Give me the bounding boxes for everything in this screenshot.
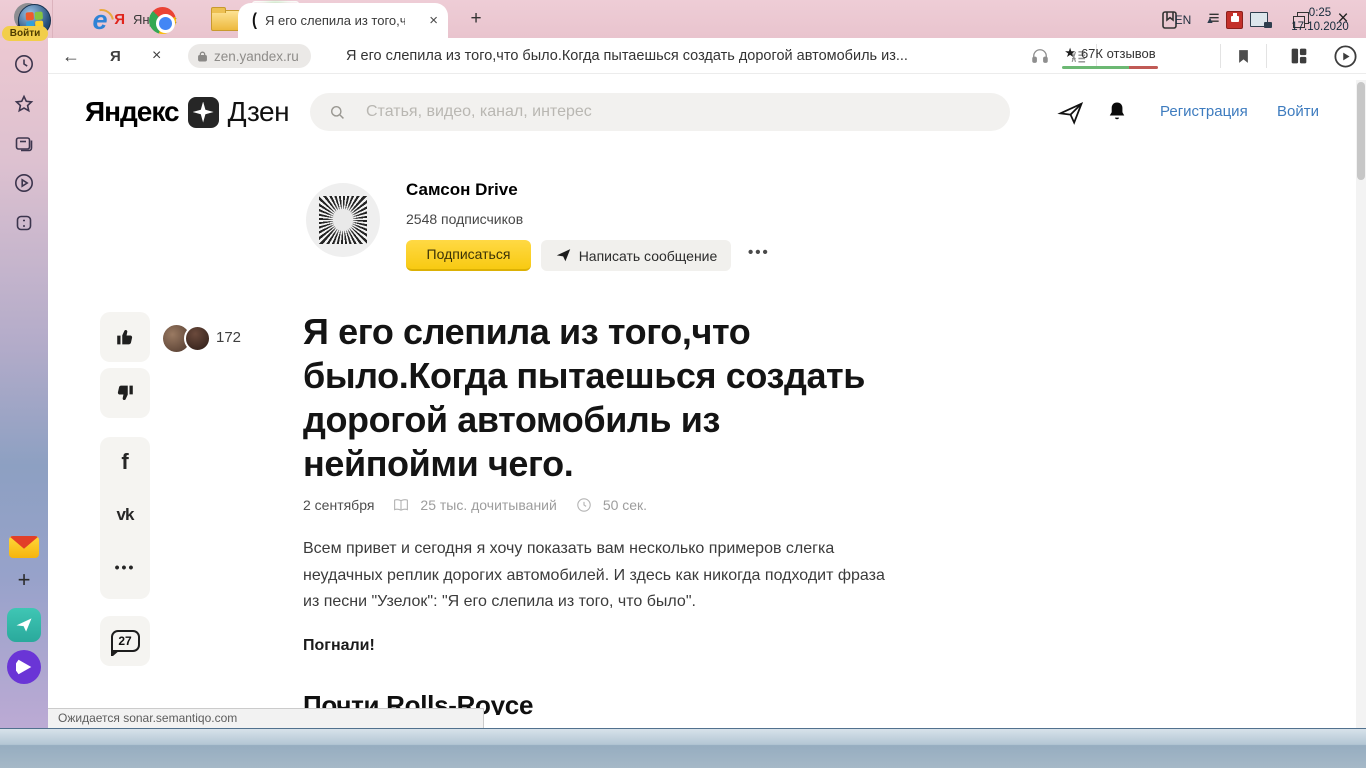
back-button[interactable]: ←	[62, 38, 80, 74]
page-title-text: Я его слепила из того,что было.Когда пыт…	[346, 38, 908, 74]
favorites-star-icon[interactable]	[12, 92, 36, 116]
alice-app-icon[interactable]	[7, 650, 41, 684]
star-icon: ★	[1064, 45, 1076, 61]
channel-more-button[interactable]: •••	[748, 244, 770, 261]
reviews-label: 67К отзывов	[1081, 46, 1156, 61]
article-paragraph: Всем привет и сегодня я хочу показать ва…	[303, 536, 891, 616]
chrome-icon	[149, 7, 176, 34]
headphones-icon[interactable]	[1030, 38, 1050, 74]
compose-paper-plane-icon[interactable]	[1057, 99, 1085, 127]
thumbs-down-icon	[114, 382, 136, 404]
internet-explorer-button[interactable]: e	[78, 0, 122, 40]
article-lead: Погнали!	[303, 637, 375, 655]
stop-loading-icon[interactable]: ×	[152, 38, 161, 74]
zen-logo-icon	[188, 97, 219, 128]
reads-book-icon	[392, 496, 410, 514]
zen-app-icon[interactable]	[7, 608, 41, 642]
reviews-widget[interactable]: ★ 67К отзывов	[1062, 42, 1158, 78]
tray-expand-icon[interactable]: ▲	[1200, 0, 1220, 40]
subscribe-button[interactable]: Подписаться	[406, 240, 531, 271]
paper-plane-icon	[555, 247, 572, 264]
zen-logo-brand: Яндекс	[85, 96, 179, 128]
zen-notifications-icon[interactable]	[1104, 99, 1130, 125]
lock-icon	[196, 50, 209, 63]
site-identity-pill[interactable]: zen.yandex.ru	[188, 44, 311, 68]
login-link[interactable]: Войти	[1277, 103, 1319, 120]
language-indicator[interactable]: EN	[1168, 0, 1198, 40]
share-more-button[interactable]: •••	[100, 559, 150, 575]
register-link[interactable]: Регистрация	[1160, 103, 1248, 120]
duration-clock-icon	[575, 496, 593, 514]
comments-count: 27	[118, 634, 131, 648]
liker-avatar	[184, 325, 211, 352]
like-button[interactable]	[100, 312, 150, 362]
dislike-button[interactable]	[100, 368, 150, 418]
tab-close-icon[interactable]: ×	[429, 12, 438, 29]
collections-cards-icon[interactable]	[12, 132, 36, 156]
rating-bar	[1062, 66, 1158, 69]
reads-count: 25 тыс. дочитываний	[420, 497, 556, 513]
folder-icon	[211, 10, 241, 31]
share-facebook-button[interactable]: f	[100, 449, 150, 475]
status-bar: Ожидается sonar.semantiqo.com	[48, 708, 484, 729]
sidebar-add-icon[interactable]: +	[12, 568, 36, 592]
loading-crescent-icon: (	[252, 11, 257, 31]
network-icon[interactable]	[1250, 12, 1268, 27]
collections-extension-icon[interactable]	[1288, 38, 1310, 74]
video-play-icon[interactable]	[12, 171, 36, 195]
history-clock-icon[interactable]	[12, 52, 36, 76]
article-date: 2 сентября	[303, 497, 374, 513]
divider	[1220, 44, 1221, 68]
tab-article-active[interactable]: ( Я его слепила из того,ч ×	[238, 3, 448, 38]
taskbar-clock[interactable]: 0:25 17.10.2020	[1278, 0, 1362, 40]
rating-bar-positive	[1062, 66, 1129, 69]
share-vk-button[interactable]: vk	[100, 505, 150, 525]
article-title: Я его слепила из того,что было.Когда пыт…	[303, 310, 878, 486]
taskbar	[0, 728, 1366, 768]
clock-time: 0:25	[1309, 6, 1331, 20]
channel-subscribers: 2548 подписчиков	[406, 211, 523, 227]
channel-name[interactable]: Самсон Drive	[406, 180, 518, 200]
comments-button[interactable]: 27	[100, 616, 150, 666]
zen-logo[interactable]: Яндекс Дзен	[85, 94, 289, 130]
chrome-button[interactable]	[140, 0, 184, 40]
share-panel: f vk •••	[100, 437, 150, 599]
yandex-home-button[interactable]: Я	[110, 38, 121, 74]
message-button[interactable]: Написать сообщение	[541, 240, 731, 271]
yandex-mail-icon[interactable]	[9, 536, 39, 558]
zen-logo-product: Дзен	[228, 96, 289, 128]
search-icon	[328, 103, 347, 122]
rating-bar-negative	[1129, 66, 1158, 69]
message-button-label: Написать сообщение	[579, 248, 718, 264]
read-duration: 50 сек.	[603, 497, 647, 513]
thumbs-up-icon	[114, 326, 136, 348]
scrollbar-thumb[interactable]	[1357, 82, 1365, 180]
channel-avatar[interactable]	[306, 183, 380, 257]
tab-label: Я его слепила из того,ч	[265, 13, 405, 28]
new-tab-button[interactable]: +	[464, 8, 488, 32]
clock-date: 17.10.2020	[1291, 20, 1349, 34]
bookmark-flag-icon[interactable]	[1234, 38, 1253, 74]
domain-label: zen.yandex.ru	[214, 49, 299, 64]
article-meta: 2 сентября 25 тыс. дочитываний 50 сек.	[303, 496, 647, 514]
address-bar[interactable]: ← Я × zen.yandex.ru Я его слепила из тог…	[48, 38, 1366, 74]
browser-window: Войти Я Яндекс ( Я его слепила из того,ч…	[0, 0, 1366, 768]
divider	[1266, 44, 1267, 68]
apps-square-icon[interactable]	[12, 211, 36, 235]
like-count: 172	[216, 329, 241, 346]
channel-avatar-image	[319, 196, 367, 244]
search-input[interactable]	[310, 93, 1010, 131]
profile-login-badge[interactable]: Войти	[2, 26, 48, 41]
tray-app-icon[interactable]	[1226, 11, 1243, 29]
video-player-extension-icon[interactable]	[1332, 38, 1359, 74]
comment-bubble-icon: 27	[111, 630, 140, 652]
